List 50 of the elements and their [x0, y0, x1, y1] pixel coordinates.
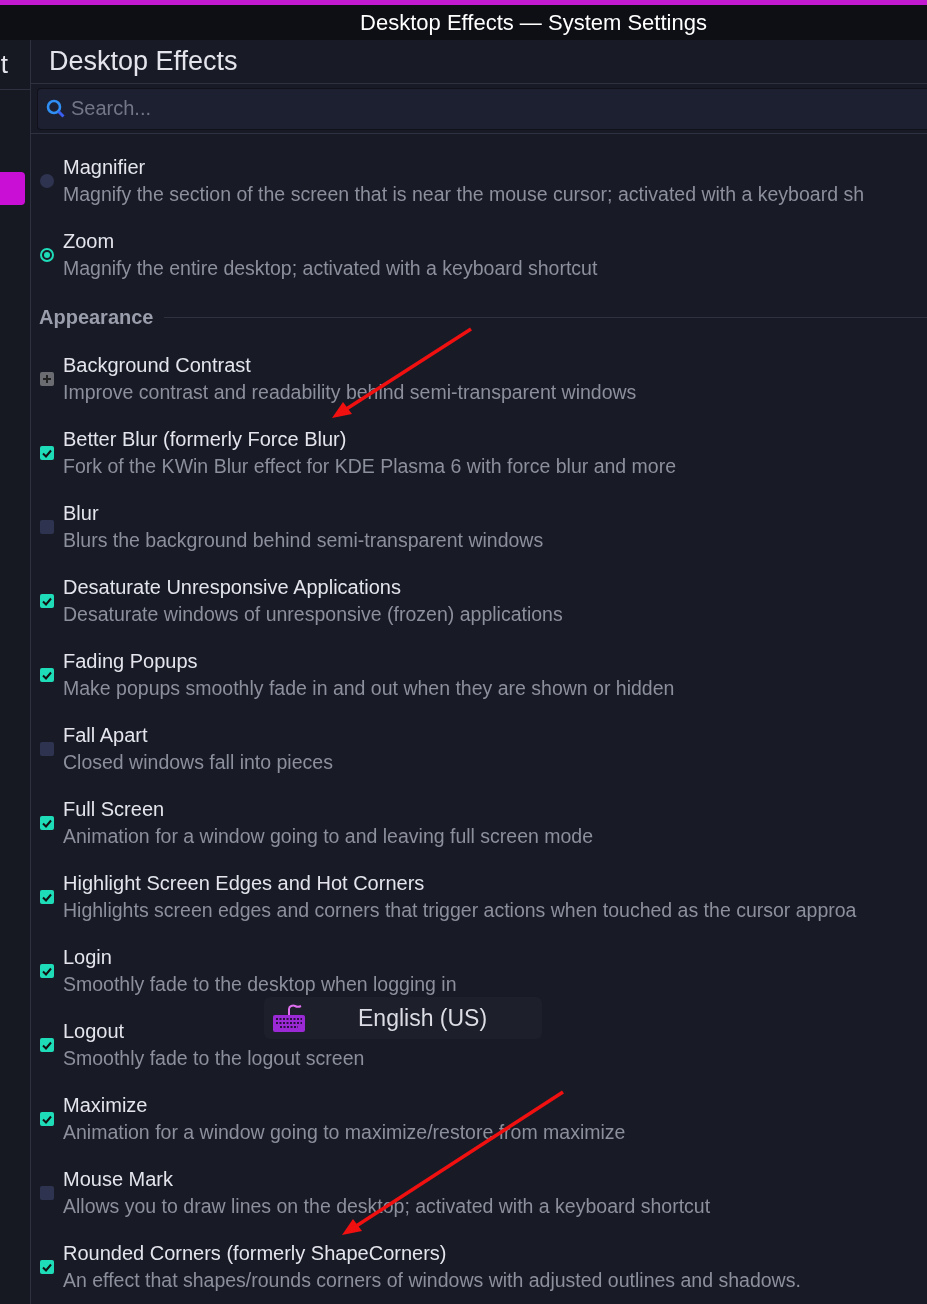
checkbox[interactable] [40, 372, 54, 386]
effect-title: Better Blur (formerly Force Blur) [63, 427, 348, 452]
page-title: Desktop Effects [49, 46, 238, 78]
search-icon [46, 98, 66, 119]
effect-description: Smoothly fade to the desktop when logging in [63, 972, 457, 997]
effect-title: Logout [63, 1019, 126, 1044]
checkbox[interactable] [40, 668, 54, 682]
effect-title: Fading Popups [63, 649, 199, 674]
effect-description: Closed windows fall into pieces [63, 750, 333, 775]
effect-description: Highlights screen edges and corners that trigger actions when touched as the cursor approa [63, 898, 857, 923]
effect-description: Make popups smoothly fade in and out when they are shown or hidden [63, 676, 675, 701]
window-title: Desktop Effects — System Settings [359, 9, 707, 36]
effect-title: Background Contrast [63, 353, 252, 378]
checkbox[interactable] [40, 1260, 54, 1274]
radio-button[interactable] [40, 174, 54, 188]
checkbox[interactable] [40, 1186, 54, 1200]
effect-title: Highlight Screen Edges and Hot Corners [63, 871, 426, 896]
search-field[interactable]: Search... [37, 87, 927, 130]
effect-title: Desaturate Unresponsive Applications [63, 575, 402, 600]
effect-title: Rounded Corners (formerly ShapeCorners) [63, 1241, 448, 1266]
radio-button[interactable] [40, 248, 54, 262]
checkbox[interactable] [40, 816, 54, 830]
effect-description: An effect that shapes/rounds corners of windows with adjusted outlines and shadows. [63, 1268, 801, 1293]
effect-title: Maximize [63, 1093, 149, 1118]
effect-title: Login [63, 945, 113, 970]
checkbox[interactable] [40, 446, 54, 460]
checkbox[interactable] [40, 594, 54, 608]
checkbox[interactable] [40, 520, 54, 534]
effect-title: Fall Apart [63, 723, 149, 748]
effect-title: Mouse Mark [63, 1167, 175, 1192]
checkbox[interactable] [40, 742, 54, 756]
sidebar-heading: t [0, 49, 8, 80]
checkbox[interactable] [40, 890, 54, 904]
section-heading: Appearance [39, 305, 154, 329]
effect-title: Blur [63, 501, 100, 526]
effect-title: Magnifier [63, 155, 147, 180]
keyboard-icon [272, 1003, 306, 1033]
effect-title: Full Screen [63, 797, 166, 822]
effect-title: Zoom [63, 229, 116, 254]
effect-description: Magnify the entire desktop; activated with a keyboard shortcut [63, 256, 598, 281]
effect-description: Fork of the KWin Blur effect for KDE Plasma 6 with force blur and more [63, 454, 677, 479]
effect-description: Desaturate windows of unresponsive (frozen) applications [63, 602, 563, 627]
checkbox[interactable] [40, 964, 54, 978]
effect-description: Magnify the section of the screen that is near the mouse cursor; activated with a keyboard sh [63, 182, 864, 207]
keyboard-layout-label: English (US) [358, 1004, 488, 1032]
effect-description: Blurs the background behind semi-transparent windows [63, 528, 544, 553]
effect-description: Smoothly fade to the logout screen [63, 1046, 365, 1071]
checkbox[interactable] [40, 1112, 54, 1126]
checkbox[interactable] [40, 1038, 54, 1052]
effect-description: Animation for a window going to and leaving full screen mode [63, 824, 594, 849]
